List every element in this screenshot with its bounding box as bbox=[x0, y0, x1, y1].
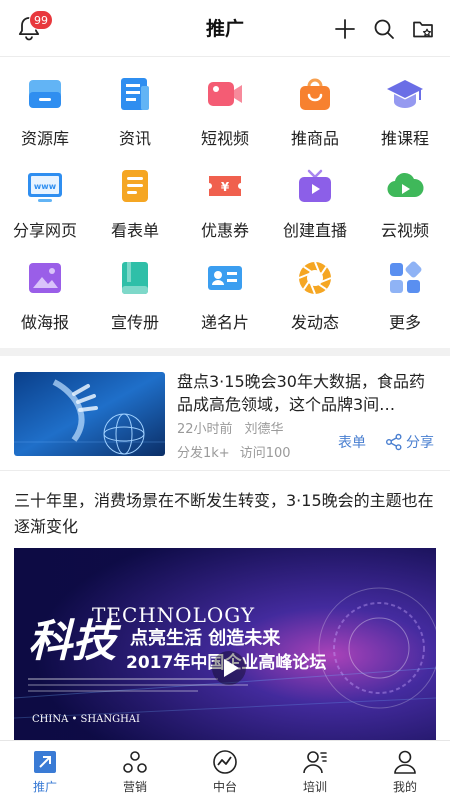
grid-item-promote-goods[interactable]: 推商品 bbox=[270, 70, 360, 162]
graduation-cap-icon bbox=[387, 80, 423, 108]
form-button[interactable]: 表单 bbox=[338, 432, 366, 452]
form-icon bbox=[122, 170, 148, 202]
training-icon bbox=[303, 751, 327, 774]
folder-star-icon[interactable] bbox=[411, 17, 435, 41]
tab-label: 推广 bbox=[32, 780, 57, 794]
article-title[interactable]: 盘点3·15晚会30年大数据，食品药品成高危领域，这个品牌3间… bbox=[177, 370, 439, 416]
short-video-icon bbox=[208, 82, 242, 106]
article-shares: 分发1k+ bbox=[177, 446, 230, 461]
grid-item-business-card[interactable]: 递名片 bbox=[180, 254, 270, 346]
poster-icon bbox=[29, 263, 61, 293]
search-icon[interactable] bbox=[372, 17, 396, 41]
grid-item-coupon[interactable]: ¥ 优惠券 bbox=[180, 162, 270, 254]
shopping-bag-icon bbox=[300, 78, 330, 110]
marketing-icon bbox=[123, 751, 147, 773]
grid-item-label: 创建直播 bbox=[282, 221, 347, 240]
resource-library-icon bbox=[29, 80, 61, 108]
grid-item-label: 推课程 bbox=[380, 129, 429, 148]
grid-item-label: 宣传册 bbox=[110, 313, 159, 332]
grid-item-short-video[interactable]: 短视频 bbox=[180, 70, 270, 162]
grid-item-label: 推商品 bbox=[290, 129, 339, 148]
tab-label: 培训 bbox=[302, 780, 327, 794]
tab-dashboard[interactable]: 中台 bbox=[180, 741, 270, 800]
grid-item-view-form[interactable]: 看表单 bbox=[90, 162, 180, 254]
grid-item-create-live[interactable]: 创建直播 bbox=[270, 162, 360, 254]
cloud-video-icon bbox=[387, 172, 424, 198]
webpage-icon: www bbox=[28, 173, 62, 202]
svg-text:¥: ¥ bbox=[221, 180, 230, 194]
tab-marketing[interactable]: 营销 bbox=[90, 741, 180, 800]
feature-grid: 资源库 资讯 短视频 推商品 推课程 www 分享网页 看表单 ¥ 优惠券 创建… bbox=[0, 70, 450, 346]
grid-item-label: 优惠券 bbox=[200, 221, 249, 240]
grid-item-label: 云视频 bbox=[380, 221, 429, 240]
bottom-tab-bar: 推广 营销 中台 培训 我的 bbox=[0, 740, 450, 800]
grid-item-label: 资讯 bbox=[118, 129, 151, 148]
article-thumbnail[interactable] bbox=[14, 372, 165, 456]
cover-heading-cn: 科技 bbox=[28, 616, 122, 667]
tab-label: 营销 bbox=[122, 780, 147, 794]
profile-icon bbox=[394, 750, 416, 774]
grid-item-more[interactable]: 更多 bbox=[360, 254, 450, 346]
cover-location: CHINA • SHANGHAI bbox=[32, 714, 140, 725]
form-label: 表单 bbox=[338, 435, 366, 451]
post-video-cover[interactable]: TECHNOLOGY 科技 点亮生活 创造未来 2017年中国企业高峰论坛 CH… bbox=[14, 548, 436, 743]
grid-item-share-webpage[interactable]: www 分享网页 bbox=[0, 162, 90, 254]
tab-label: 中台 bbox=[212, 780, 237, 794]
tab-training[interactable]: 培训 bbox=[270, 741, 360, 800]
grid-item-label: 资源库 bbox=[20, 129, 69, 148]
svg-text:www: www bbox=[34, 182, 57, 191]
article-card[interactable]: 盘点3·15晚会30年大数据，食品药品成高危领域，这个品牌3间… 22小时前 刘德… bbox=[0, 356, 450, 471]
share-icon bbox=[386, 433, 402, 451]
grid-item-label: 分享网页 bbox=[12, 221, 77, 240]
business-card-icon bbox=[208, 266, 242, 290]
grid-item-label: 更多 bbox=[388, 313, 421, 332]
tab-profile[interactable]: 我的 bbox=[360, 741, 450, 800]
grid-item-promote-course[interactable]: 推课程 bbox=[360, 70, 450, 162]
cover-slogan: 点亮生活 创造未来 bbox=[130, 627, 281, 649]
section-divider bbox=[0, 348, 450, 356]
brochure-icon bbox=[122, 262, 148, 294]
play-icon[interactable] bbox=[211, 650, 247, 686]
dashboard-icon bbox=[213, 750, 237, 774]
article-visits: 访问100 bbox=[239, 446, 291, 461]
article-stats: 分发1k+ 访问100 bbox=[177, 442, 301, 461]
grid-item-post-update[interactable]: 发动态 bbox=[270, 254, 360, 346]
grid-item-make-poster[interactable]: 做海报 bbox=[0, 254, 90, 346]
grid-item-label: 递名片 bbox=[200, 313, 249, 332]
share-label: 分享 bbox=[406, 435, 434, 451]
share-button[interactable]: 分享 bbox=[385, 432, 434, 452]
article-meta: 22小时前 刘德华 bbox=[177, 418, 296, 437]
grid-item-label: 发动态 bbox=[290, 313, 339, 332]
article-time: 22小时前 bbox=[177, 422, 233, 437]
cover-heading-en: TECHNOLOGY bbox=[92, 603, 255, 627]
coupon-icon: ¥ bbox=[209, 176, 241, 196]
tab-promote[interactable]: 推广 bbox=[0, 741, 90, 800]
grid-item-label: 做海报 bbox=[20, 313, 69, 332]
more-grid-icon bbox=[390, 261, 422, 293]
plus-icon[interactable] bbox=[333, 17, 357, 41]
tab-label: 我的 bbox=[392, 780, 417, 794]
grid-item-news[interactable]: 资讯 bbox=[90, 70, 180, 162]
grid-item-label: 看表单 bbox=[110, 221, 159, 240]
grid-item-cloud-video[interactable]: 云视频 bbox=[360, 162, 450, 254]
grid-item-label: 短视频 bbox=[200, 129, 249, 148]
post-text[interactable]: 三十年里，消费场景在不断发生转变，3·15晚会的主题也在逐渐变化 bbox=[14, 488, 438, 540]
top-header: 99 推广 bbox=[0, 0, 450, 57]
grid-item-resource-library[interactable]: 资源库 bbox=[0, 70, 90, 162]
article-author: 刘德华 bbox=[244, 422, 284, 437]
grid-item-brochure[interactable]: 宣传册 bbox=[90, 254, 180, 346]
aperture-icon bbox=[298, 261, 332, 295]
promote-icon bbox=[34, 751, 56, 773]
news-icon bbox=[121, 78, 149, 110]
live-tv-icon bbox=[299, 169, 331, 202]
